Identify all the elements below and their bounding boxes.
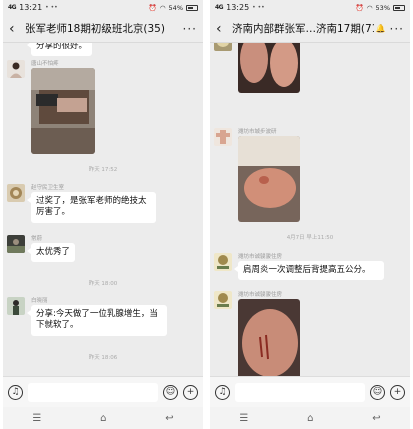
message-list[interactable]: 潍坊市城步波研 4月7日 早上11:50 潍坊市诚骏骏住房 肩周炎一次调整后背提… <box>210 43 410 376</box>
notification-dots: • •• <box>252 4 265 11</box>
sender-name: 潍坊市城步波研 <box>238 129 277 135</box>
avatar[interactable] <box>7 60 25 78</box>
message-bubble[interactable]: 太优秀了 <box>26 243 76 263</box>
home-icon[interactable]: ⌂ <box>307 413 313 424</box>
notification-dots: • •• <box>45 4 58 11</box>
battery-icon <box>186 4 198 11</box>
avatar[interactable] <box>214 128 232 146</box>
alarm-icon: ⏰ <box>355 3 364 12</box>
avatar[interactable] <box>214 291 232 309</box>
wifi-icon: ◠ <box>366 3 373 12</box>
status-bar: 4G 13:25 • •• ⏰ ◠ 53% <box>210 0 410 15</box>
message-input[interactable] <box>235 382 365 402</box>
timestamp: 昨天 17:52 <box>88 167 118 173</box>
chat-title: 济南内部群张军…济南17期(71) <box>232 23 374 35</box>
back-icon[interactable]: ‹ <box>216 21 232 37</box>
message-input[interactable] <box>28 382 158 402</box>
status-time: 13:21 <box>19 3 43 12</box>
chat-title: 张军老师18期初级班北京(35) <box>25 23 165 35</box>
wifi-icon: ◠ <box>159 3 166 12</box>
sender-name: 潍坊市诚骏骏住房 <box>238 254 283 260</box>
message-bubble[interactable]: 过奖了，是张军老师的绝技太厉害了。 <box>27 192 156 223</box>
home-icon[interactable]: ⌂ <box>100 413 106 424</box>
timestamp: 昨天 18:00 <box>88 281 118 287</box>
back-icon[interactable]: ‹ <box>9 21 25 37</box>
avatar[interactable] <box>214 253 232 271</box>
sender-name: 常蔚 <box>31 236 43 242</box>
avatar[interactable] <box>7 235 25 253</box>
battery-icon <box>393 4 405 11</box>
chat-title-bar: ‹ 济南内部群张军…济南17期(71) 🔔 ··· <box>210 15 410 43</box>
message-bubble[interactable]: 分享的很好。 <box>26 43 93 57</box>
shared-photo[interactable] <box>238 299 300 376</box>
nav-back-icon[interactable]: ↩ <box>165 413 173 424</box>
nav-back-icon[interactable]: ↩ <box>372 413 380 424</box>
menu-icon[interactable]: ☰ <box>239 413 248 424</box>
message-list[interactable]: 分享的很好。 唐山不怕疼 昨天 17:52 赵守民卫生室 过奖了，是张军老师的绝… <box>3 43 203 376</box>
input-bar: ♫ ☺ + <box>210 376 410 407</box>
avatar[interactable] <box>7 297 25 315</box>
message-bubble[interactable]: 分享:今天做了一位乳腺增生，当下就软了。 <box>27 305 167 336</box>
emoji-icon[interactable]: ☺ <box>163 384 178 400</box>
battery-percent: 53% <box>375 3 390 12</box>
mute-icon: 🔔 <box>375 24 386 33</box>
avatar[interactable] <box>7 184 25 202</box>
timestamp: 4月7日 早上11:50 <box>286 235 334 241</box>
battery-percent: 54% <box>168 3 183 12</box>
message-bubble[interactable]: 肩周炎一次调整后背提高五公分。 <box>234 261 384 281</box>
sender-name: 唐山不怕疼 <box>31 61 59 67</box>
sender-name: 潍坊市诚骏骏住房 <box>238 292 283 298</box>
signal-icon: 4G <box>215 4 224 11</box>
signal-icon: 4G <box>8 4 17 11</box>
timestamp: 昨天 18:06 <box>88 355 118 361</box>
shared-photo[interactable] <box>31 68 95 154</box>
plus-icon[interactable]: + <box>183 384 198 400</box>
system-nav-bar: ☰ ⌂ ↩ <box>210 407 410 429</box>
voice-icon[interactable]: ♫ <box>8 384 23 400</box>
menu-icon[interactable]: ☰ <box>32 413 41 424</box>
plus-icon[interactable]: + <box>390 384 405 400</box>
avatar[interactable] <box>214 43 232 51</box>
sender-name: 赵守民卫生室 <box>31 185 65 191</box>
sender-name: 白晓丽 <box>31 298 48 304</box>
voice-icon[interactable]: ♫ <box>215 384 230 400</box>
status-bar: 4G 13:21 • •• ⏰ ◠ 54% <box>3 0 203 15</box>
right-phone-screen: 4G 13:25 • •• ⏰ ◠ 53% ‹ 济南内部群张军…济南17期(71… <box>210 0 410 429</box>
emoji-icon[interactable]: ☺ <box>370 384 385 400</box>
system-nav-bar: ☰ ⌂ ↩ <box>3 407 203 429</box>
chat-title-bar: ‹ 张军老师18期初级班北京(35) ··· <box>3 15 203 43</box>
status-time: 13:25 <box>226 3 250 12</box>
alarm-icon: ⏰ <box>148 3 157 12</box>
shared-photo[interactable] <box>238 136 300 222</box>
more-options-icon[interactable]: ··· <box>390 22 404 36</box>
shared-photo[interactable] <box>238 43 300 93</box>
more-options-icon[interactable]: ··· <box>183 22 197 36</box>
input-bar: ♫ ☺ + <box>3 376 203 407</box>
left-phone-screen: 4G 13:21 • •• ⏰ ◠ 54% ‹ 张军老师18期初级班北京(35)… <box>3 0 203 429</box>
